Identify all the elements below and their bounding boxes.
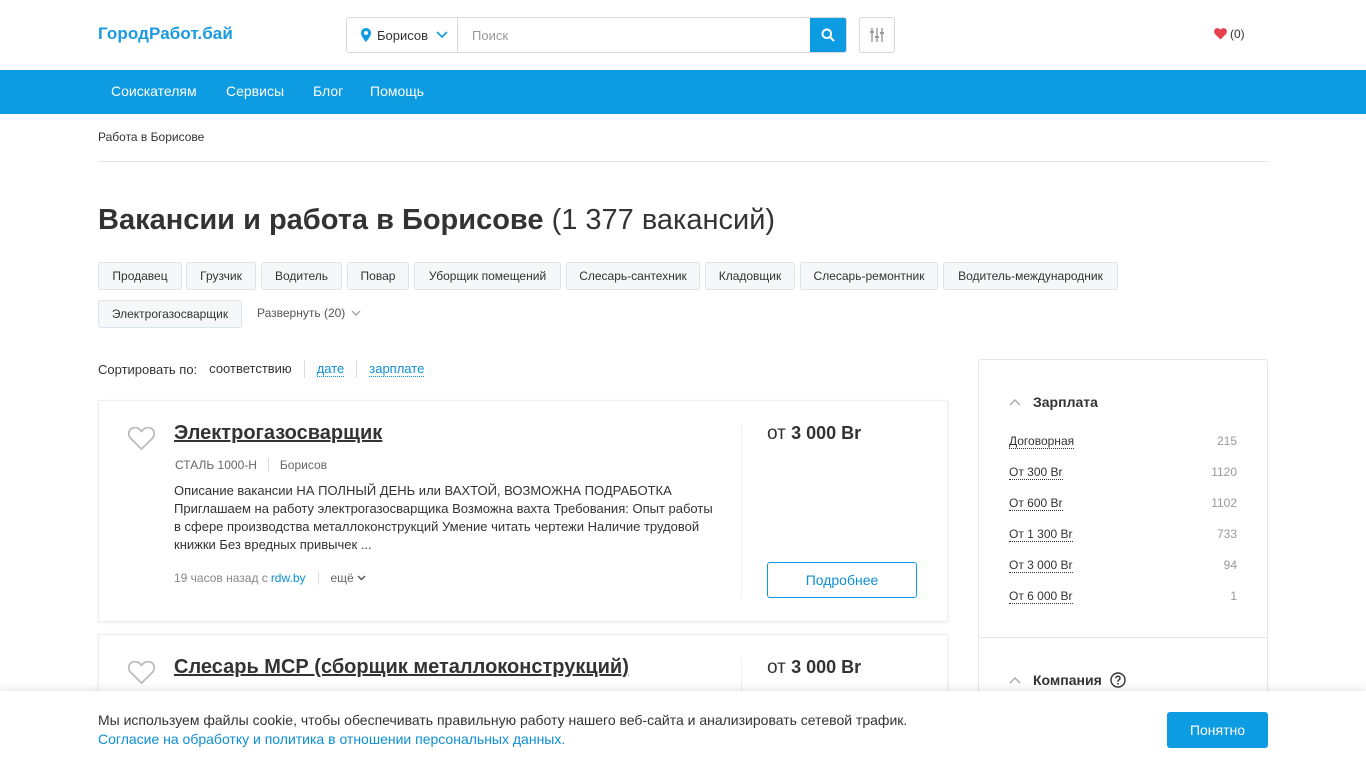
salary-filter-count: 1102: [1211, 496, 1237, 510]
divider: [98, 161, 1268, 162]
filter-button[interactable]: [859, 17, 895, 53]
salary-prefix: от: [767, 657, 786, 678]
salary-filter-option[interactable]: От 300 Br: [1009, 465, 1063, 480]
chevron-up-icon: [1009, 399, 1021, 406]
sort-label: Сортировать по:: [98, 361, 198, 377]
card-divider: [741, 425, 742, 597]
salary-amount: 3 000 Br: [791, 657, 862, 677]
city-select[interactable]: Борисов: [347, 18, 458, 52]
vacancy-title[interactable]: Электрогазосварщик: [174, 422, 382, 445]
chevron-up-icon: [1009, 677, 1021, 684]
salary-filter-title: Зарплата: [1033, 394, 1098, 410]
tag-item[interactable]: Повар: [347, 262, 409, 290]
salary-filter-row: От 600 Br 1102: [1009, 496, 1237, 511]
company-filter-title: Компания: [1033, 672, 1102, 688]
search-icon: [821, 28, 835, 42]
vacancy-title[interactable]: Слесарь МСР (сборщик металлоконструкций): [174, 656, 629, 679]
nav-item-jobseekers[interactable]: Соискателям: [111, 83, 197, 99]
vacancy-time: 19 часов назад с: [174, 571, 268, 585]
page-title-text: Вакансии и работа в Борисове: [98, 204, 544, 236]
header: ГородРабот.бай Борисов (0): [0, 0, 1366, 70]
favorites-link[interactable]: (0): [1214, 27, 1245, 41]
more-label: ещё: [330, 571, 354, 585]
nav-item-services[interactable]: Сервисы: [226, 83, 284, 99]
salary-filter-row: Договорная 215: [1009, 434, 1237, 449]
salary-filter-option[interactable]: От 3 000 Br: [1009, 558, 1073, 573]
privacy-policy-link[interactable]: Согласие на обработку и политика в отнош…: [98, 731, 565, 747]
search-bar: Борисов: [346, 17, 847, 53]
cookie-accept-button[interactable]: Понятно: [1167, 712, 1268, 748]
salary-filter-count: 1120: [1211, 465, 1237, 479]
vacancy-company: СТАЛЬ 1000-Н: [175, 458, 257, 472]
salary-filter-row: От 300 Br 1120: [1009, 465, 1237, 480]
chevron-down-icon: [436, 31, 448, 39]
vacancy-source-link[interactable]: rdw.by: [271, 571, 306, 585]
search-input[interactable]: [458, 18, 810, 52]
sort-by-date[interactable]: дате: [316, 361, 345, 377]
site-logo[interactable]: ГородРабот.бай: [98, 24, 233, 44]
salary-filter-count: 215: [1216, 434, 1237, 448]
salary-filter-header[interactable]: Зарплата: [1009, 394, 1098, 410]
help-icon[interactable]: [1110, 672, 1126, 688]
cookie-banner: Мы используем файлы cookie, чтобы обеспе…: [0, 691, 1366, 768]
favorites-count: (0): [1230, 27, 1245, 41]
tag-item[interactable]: Водитель: [261, 262, 342, 290]
vacancy-meta: СТАЛЬ 1000-Н Борисов: [175, 458, 327, 472]
salary-filter-option[interactable]: От 600 Br: [1009, 496, 1063, 511]
sort-separator: [356, 360, 358, 378]
salary-filter-count: 94: [1223, 558, 1237, 572]
tag-item[interactable]: Слесарь-ремонтник: [800, 262, 938, 290]
salary-amount: 3 000 Br: [791, 423, 862, 443]
vacancy-description: Описание вакансии НА ПОЛНЫЙ ДЕНЬ или ВАХ…: [174, 483, 713, 552]
location-pin-icon: [361, 28, 371, 42]
salary-filter-option[interactable]: От 6 000 Br: [1009, 589, 1073, 604]
tag-item[interactable]: Электрогазосварщик: [98, 300, 242, 328]
page-title: Вакансии и работа в Борисове (1 377 вака…: [98, 204, 775, 237]
sort-current: соответствию: [209, 360, 305, 378]
chevron-down-icon: [351, 310, 361, 316]
main-nav: Соискателям Сервисы Блог Помощь: [0, 70, 1366, 114]
chevron-down-icon: [357, 575, 366, 581]
sort-by-salary[interactable]: зарплате: [369, 361, 425, 377]
tag-item[interactable]: Грузчик: [186, 262, 256, 290]
details-button[interactable]: Подробнее: [767, 562, 917, 598]
vacancy-salary: от 3 000 Br: [767, 657, 861, 679]
salary-filter-option[interactable]: Договорная: [1009, 434, 1075, 449]
more-button[interactable]: ещё: [331, 571, 366, 585]
company-filter-header[interactable]: Компания: [1009, 672, 1126, 688]
vacancy-salary: от 3 000 Br: [767, 423, 861, 445]
salary-filter-row: От 6 000 Br 1: [1009, 589, 1237, 604]
salary-filter-row: От 1 300 Br 733: [1009, 527, 1237, 542]
vacancy-count: (1 377 вакансий): [551, 204, 776, 236]
sort-bar: Сортировать по: соответствию дате зарпла…: [98, 360, 436, 378]
tag-item[interactable]: Кладовщик: [705, 262, 795, 290]
expand-tags-label: Развернуть (20): [257, 306, 346, 320]
tag-item[interactable]: Продавец: [98, 262, 182, 290]
vacancy-city: Борисов: [279, 458, 328, 472]
salary-prefix: от: [767, 423, 786, 444]
heart-outline-icon[interactable]: [128, 427, 155, 451]
breadcrumb[interactable]: Работа в Борисове: [98, 130, 204, 144]
footer-separator: [317, 571, 319, 585]
salary-filter-count: 733: [1216, 527, 1237, 541]
nav-item-blog[interactable]: Блог: [313, 83, 343, 99]
search-button[interactable]: [810, 18, 846, 52]
salary-filter-row: От 3 000 Br 94: [1009, 558, 1237, 573]
salary-filter-option[interactable]: От 1 300 Br: [1009, 527, 1073, 542]
tag-item[interactable]: Слесарь-сантехник: [566, 262, 700, 290]
heart-outline-icon[interactable]: [128, 661, 155, 685]
salary-filter-count: 1: [1230, 589, 1237, 603]
tag-item[interactable]: Водитель-международник: [943, 262, 1118, 290]
cookie-text: Мы используем файлы cookie, чтобы обеспе…: [98, 712, 908, 728]
sidebar-divider: [979, 637, 1267, 638]
meta-separator: [267, 458, 269, 472]
vacancy-footer: 19 часов назад с rdw.by ещё: [174, 571, 366, 585]
vacancy-card: Электрогазосварщик СТАЛЬ 1000-Н Борисов …: [98, 400, 948, 622]
nav-item-help[interactable]: Помощь: [370, 83, 424, 99]
expand-tags-button[interactable]: Развернуть (20): [257, 306, 361, 320]
filter-sliders-icon: [870, 28, 884, 42]
heart-icon: [1214, 28, 1227, 40]
tag-item[interactable]: Уборщик помещений: [414, 262, 561, 290]
city-select-label: Борисов: [377, 27, 429, 43]
